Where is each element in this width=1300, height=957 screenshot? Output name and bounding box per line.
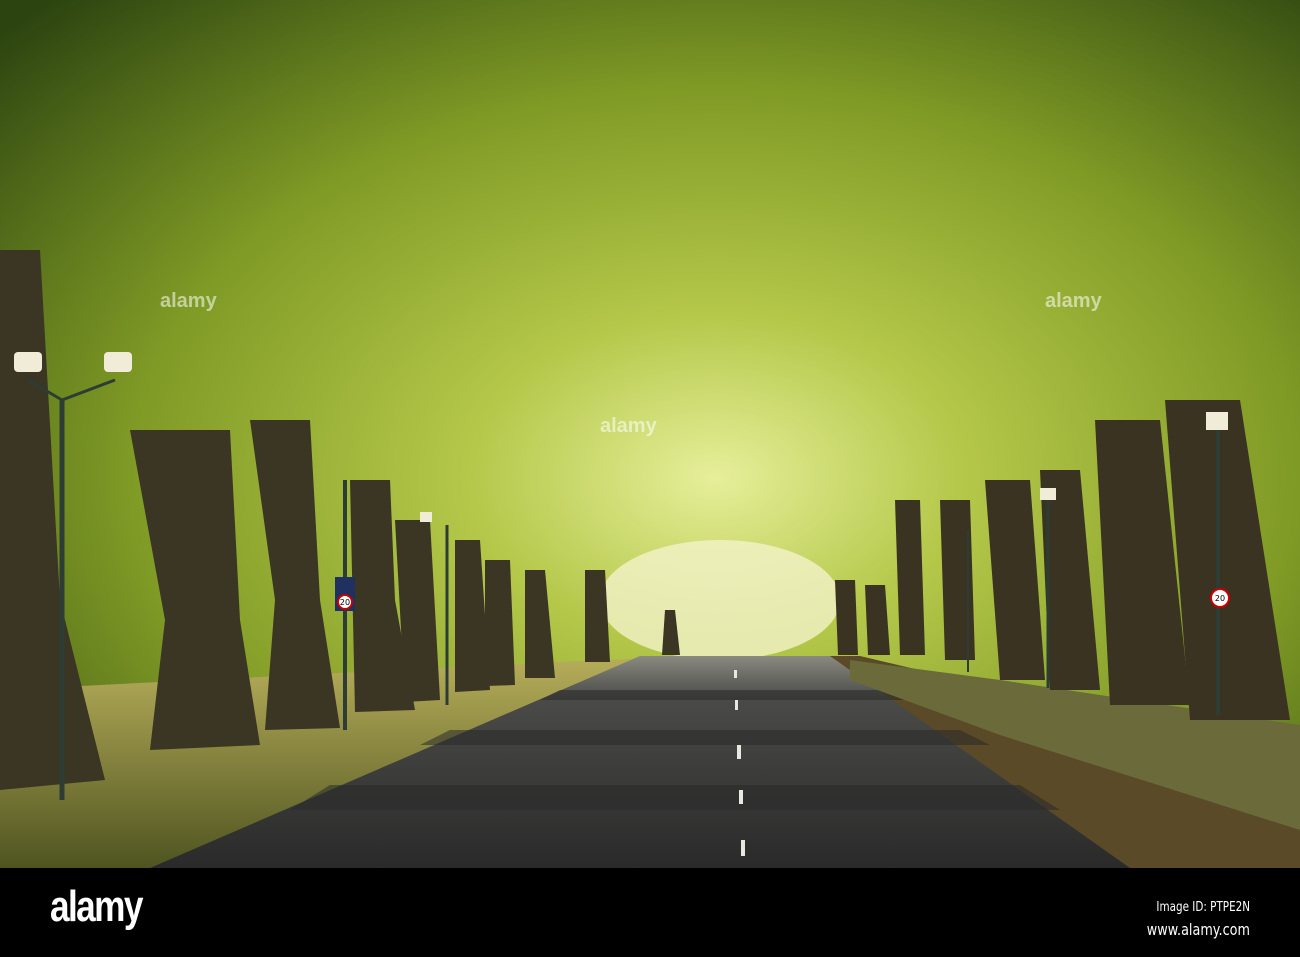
speed-sign-text-right: 20: [1215, 594, 1225, 603]
watermark: alamy: [160, 290, 217, 312]
stock-photo: 20 20 alamy alamy alamy alamy Image ID: …: [0, 0, 1300, 957]
watermark: alamy: [1045, 290, 1102, 312]
distant-light: [600, 540, 840, 660]
watermark: alamy: [600, 415, 657, 437]
website-link[interactable]: www.alamy.com: [1147, 920, 1250, 939]
footer-bar: alamy Image ID: PTPE2N www.alamy.com: [0, 868, 1300, 957]
image-id: Image ID: PTPE2N: [1156, 900, 1250, 915]
speed-sign-text: 20: [340, 598, 350, 607]
alamy-logo: alamy: [50, 882, 143, 931]
